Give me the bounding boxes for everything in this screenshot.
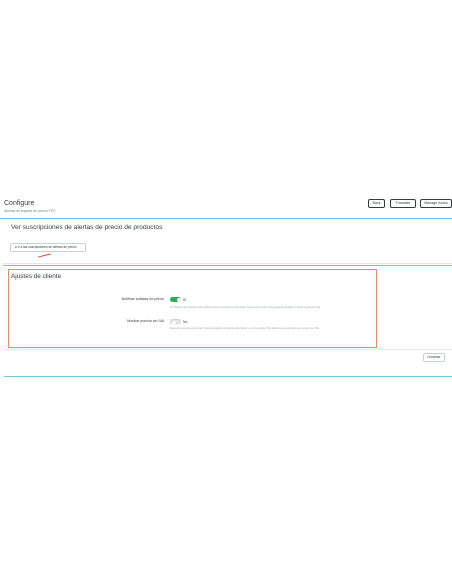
- toggle-knob: [176, 297, 181, 302]
- notify-price-increase-toggle[interactable]: [170, 297, 181, 302]
- settings-panel-title: Ajustes de cliente: [11, 273, 62, 280]
- page-subtitle: Alertas de bajada de precio TPC: [4, 209, 56, 213]
- annotation-underline: [38, 253, 51, 258]
- footer-divider: [4, 349, 452, 350]
- notify-price-increase-state: Sí: [183, 298, 187, 302]
- eye-icon: ●: [15, 245, 17, 249]
- show-prices-without-tax-toggle[interactable]: [170, 319, 181, 325]
- translate-button[interactable]: Translate: [390, 199, 416, 208]
- notify-price-increase-help: Por defecto los clientes solo reciben av…: [170, 306, 321, 309]
- save-button[interactable]: Guardar: [423, 353, 445, 362]
- show-prices-without-tax-help: Muestra nuestros precios sin IVA en la p…: [170, 327, 320, 330]
- back-button[interactable]: Back: [368, 199, 385, 208]
- manage-hooks-button[interactable]: Manage hooks: [420, 199, 452, 208]
- subscriptions-panel-title: Ver suscripciones de alertas de precio d…: [11, 224, 163, 231]
- panel-divider: [3, 263, 452, 264]
- show-prices-without-tax-label: Mostrar precios sin IVA: [127, 319, 164, 323]
- view-subscriptions-button[interactable]: ● Ir a las suscripciones de alertas de p…: [10, 243, 86, 252]
- view-subscriptions-label: Ir a las suscripciones de alertas de pre…: [17, 245, 77, 249]
- header-divider: [0, 218, 452, 219]
- show-prices-without-tax-state: No: [183, 320, 188, 324]
- notify-price-increase-label: Notificar subidas de precio: [121, 297, 164, 301]
- panel-divider-accent: [3, 265, 452, 266]
- page-title: Configure: [4, 200, 35, 207]
- toggle-knob: [171, 320, 176, 325]
- bottom-divider: [4, 376, 452, 377]
